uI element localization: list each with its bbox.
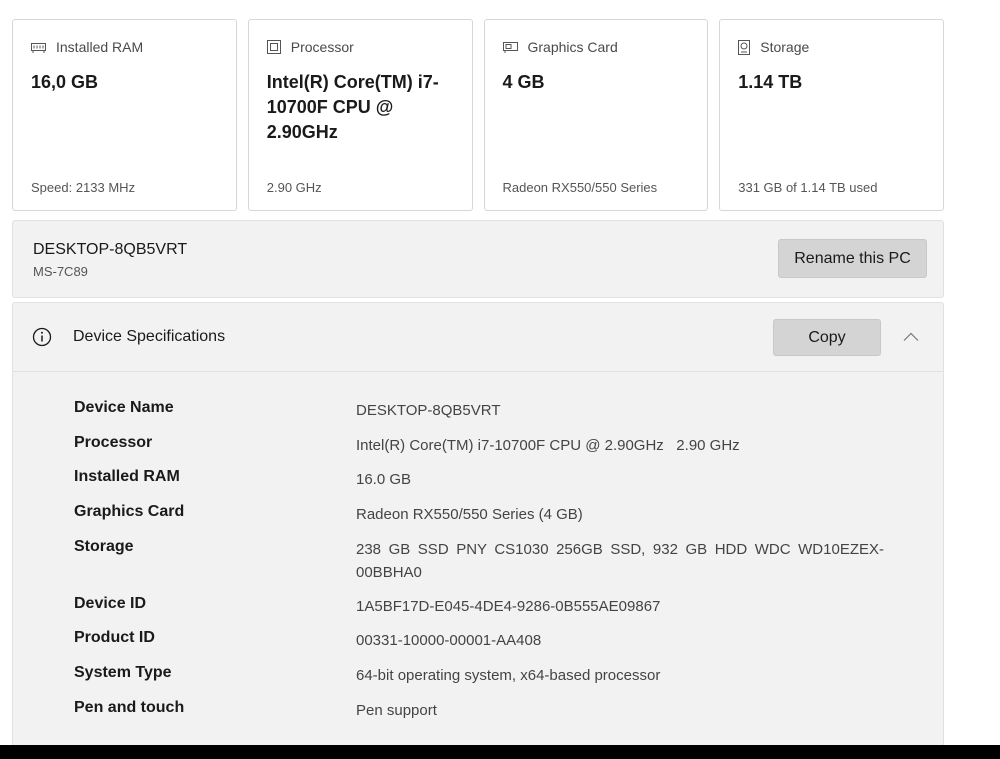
card-footer: 331 GB of 1.14 TB used bbox=[738, 180, 878, 195]
spec-label: Installed RAM bbox=[74, 468, 180, 485]
pc-name: DESKTOP-8QB5VRT bbox=[33, 241, 188, 258]
card-header: Graphics Card bbox=[502, 39, 618, 55]
hardware-summary-cards: Installed RAM 16,0 GB Speed: 2133 MHz Pr… bbox=[12, 19, 944, 211]
pc-model: MS-7C89 bbox=[33, 264, 88, 279]
card-header: Storage bbox=[738, 39, 809, 55]
info-icon bbox=[32, 327, 52, 352]
storage-card: Storage 1.14 TB 331 GB of 1.14 TB used bbox=[719, 19, 944, 211]
spec-label: System Type bbox=[74, 664, 172, 681]
spec-value: Pen support bbox=[356, 702, 437, 719]
spec-value: 64-bit operating system, x64-based proce… bbox=[356, 667, 661, 684]
ram-icon bbox=[31, 42, 46, 53]
spec-label: Processor bbox=[74, 434, 153, 451]
section-title: Device Specifications bbox=[73, 328, 226, 345]
spec-value: 16.0 GB bbox=[356, 471, 412, 488]
card-footer: 2.90 GHz bbox=[266, 180, 322, 195]
card-value: 4 GB bbox=[502, 72, 545, 92]
spec-label: Device Name bbox=[74, 399, 174, 416]
installed-ram-card: Installed RAM 16,0 GB Speed: 2133 MHz bbox=[12, 19, 237, 211]
card-title: Processor bbox=[290, 39, 354, 55]
card-title: Storage bbox=[760, 39, 810, 55]
card-value: 1.14 TB bbox=[738, 72, 803, 92]
spec-value: Radeon RX550/550 Series (4 GB) bbox=[356, 506, 583, 523]
storage-icon bbox=[738, 39, 751, 55]
spec-label: Pen and touch bbox=[74, 699, 185, 716]
spec-value: Intel(R) Core(TM) i7-10700F CPU @ 2.90GH… bbox=[356, 437, 740, 454]
chevron-up-icon[interactable] bbox=[903, 329, 919, 347]
card-title: Installed RAM bbox=[56, 39, 144, 55]
rename-pc-button[interactable]: Rename this PC bbox=[778, 239, 927, 278]
spec-value: 1A5BF17D-E045-4DE4-9286-0B555AE09867 bbox=[356, 598, 661, 615]
taskbar-edge bbox=[0, 745, 1000, 759]
spec-label: Graphics Card bbox=[74, 503, 185, 520]
card-title: Graphics Card bbox=[527, 39, 618, 55]
card-value: 16,0 GB bbox=[31, 72, 99, 92]
spec-label: Storage bbox=[74, 538, 134, 555]
card-header: Processor bbox=[266, 39, 354, 55]
card-footer: Radeon RX550/550 Series bbox=[502, 180, 658, 195]
graphics-card-icon bbox=[502, 41, 518, 53]
copy-button[interactable]: Copy bbox=[773, 319, 881, 356]
device-name-section: DESKTOP-8QB5VRT MS-7C89 Rename this PC bbox=[12, 220, 944, 298]
card-footer: Speed: 2133 MHz bbox=[31, 180, 136, 195]
device-specifications-panel: Device Specifications Copy Device Name D… bbox=[12, 302, 944, 759]
spec-value: DESKTOP-8QB5VRT bbox=[356, 402, 501, 419]
spec-label: Device ID bbox=[74, 595, 147, 612]
card-value: Intel(R) Core(TM) i7-10700F CPU @ 2.90GH… bbox=[266, 72, 439, 142]
processor-card: Processor Intel(R) Core(TM) i7-10700F CP… bbox=[247, 19, 473, 211]
processor-icon bbox=[266, 40, 281, 54]
spec-value: 00331-10000-00001-AA408 bbox=[356, 632, 542, 649]
device-specifications-header[interactable]: Device Specifications Copy bbox=[13, 303, 943, 372]
graphics-card-card: Graphics Card 4 GB Radeon RX550/550 Seri… bbox=[483, 19, 709, 211]
spec-label: Product ID bbox=[74, 629, 155, 646]
card-header: Installed RAM bbox=[31, 39, 143, 55]
spec-value: 238 GB SSD PNY CS1030 256GB SSD, 932 GB … bbox=[356, 541, 884, 581]
